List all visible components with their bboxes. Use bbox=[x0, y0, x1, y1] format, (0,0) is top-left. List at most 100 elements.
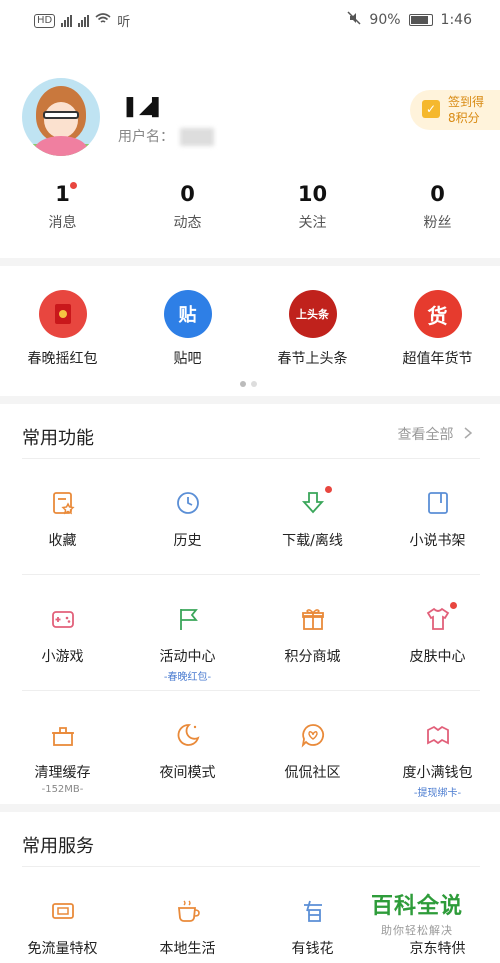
username[interactable]: ▐ ◢▌ bbox=[120, 98, 165, 118]
stat-label: 关注 bbox=[298, 215, 327, 231]
moon-icon bbox=[175, 722, 201, 748]
mute-icon bbox=[347, 11, 361, 29]
func-history[interactable]: 历史 bbox=[125, 490, 250, 550]
loan-icon bbox=[300, 898, 326, 924]
new-dot bbox=[449, 602, 457, 609]
headline-icon: 上头条 bbox=[288, 290, 337, 338]
svc-label: 本地生活 bbox=[159, 941, 216, 957]
profile-card: ▐ ◢▌ 用户名： ✓ 签到得 8积分 1 消息 0 动态 10 关注 0 粉丝 bbox=[0, 40, 500, 258]
svc-loan[interactable]: 有钱花 bbox=[250, 898, 375, 958]
func-label: 皮肤中心 bbox=[409, 649, 466, 665]
see-all-label: 查看全部 bbox=[397, 427, 454, 443]
func-wallet[interactable]: 度小满钱包 -提现绑卡- bbox=[375, 722, 500, 799]
sign-in-button[interactable]: ✓ 签到得 8积分 bbox=[410, 90, 500, 130]
func-download[interactable]: 下载/离线 bbox=[250, 486, 375, 550]
promo-label: 超值年货节 bbox=[402, 351, 473, 367]
favorites-icon bbox=[50, 490, 76, 516]
gift-icon bbox=[300, 606, 326, 632]
signal-icon bbox=[61, 14, 73, 27]
see-all-link[interactable]: 查看全部 bbox=[397, 424, 473, 444]
clock: 1:46 bbox=[440, 12, 472, 28]
status-bar: HD 听 90% 1:46 bbox=[0, 0, 500, 40]
promo-label: 春晚摇红包 bbox=[27, 351, 98, 367]
user-id-label: 用户名： bbox=[118, 129, 174, 145]
battery-icon bbox=[408, 14, 433, 26]
game-icon bbox=[50, 606, 76, 632]
func-sublabel: -春晚红包- bbox=[163, 672, 212, 683]
func-mini-games[interactable]: 小游戏 bbox=[0, 606, 125, 666]
stats-row: 1 消息 0 动态 10 关注 0 粉丝 bbox=[0, 180, 500, 232]
stat-value: 0 bbox=[180, 182, 195, 206]
carousel-dots bbox=[240, 381, 257, 387]
watermark-subtitle: 助你轻松解决 bbox=[381, 924, 453, 937]
flag-icon bbox=[175, 606, 201, 632]
common-functions-section: 常用功能 查看全部 收藏 历史 下载/离线 小说书架 小游戏 活动中心 -春晚红… bbox=[0, 404, 500, 804]
func-clear-cache[interactable]: 清理缓存 -152MB- bbox=[0, 722, 125, 795]
promo-goods[interactable]: 货 超值年货节 bbox=[375, 290, 500, 368]
func-sublabel: -提现绑卡- bbox=[413, 788, 462, 799]
func-skin-center[interactable]: 皮肤中心 bbox=[375, 602, 500, 666]
stat-label: 粉丝 bbox=[423, 215, 452, 231]
func-label: 侃侃社区 bbox=[284, 765, 341, 781]
battery-percent: 90% bbox=[369, 12, 401, 28]
chevron-right-icon bbox=[464, 427, 473, 443]
svc-label: 免流量特权 bbox=[27, 941, 98, 957]
free-traffic-icon bbox=[50, 898, 76, 924]
shirt-icon bbox=[425, 602, 457, 632]
sign-in-line1: 签到得 bbox=[448, 95, 485, 109]
func-points-mall[interactable]: 积分商城 bbox=[250, 606, 375, 666]
history-icon bbox=[175, 490, 201, 516]
stat-following[interactable]: 10 关注 bbox=[250, 180, 375, 232]
stat-value: 1 bbox=[55, 182, 70, 206]
svc-free-traffic[interactable]: 免流量特权 bbox=[0, 898, 125, 958]
stat-label: 动态 bbox=[173, 215, 202, 231]
func-bookshelf[interactable]: 小说书架 bbox=[375, 490, 500, 550]
promo-shortcuts: 春晚摇红包 贴 贴吧 上头条 春节上头条 货 超值年货节 bbox=[0, 266, 500, 396]
svc-local-life[interactable]: 本地生活 bbox=[125, 898, 250, 958]
bookshelf-icon bbox=[425, 490, 451, 516]
divider bbox=[22, 866, 480, 867]
wifi-icon bbox=[95, 12, 111, 29]
signal-icon-2 bbox=[78, 14, 90, 27]
avatar[interactable] bbox=[22, 78, 100, 156]
func-label: 度小满钱包 bbox=[402, 765, 473, 781]
clean-icon bbox=[50, 722, 76, 748]
stat-messages[interactable]: 1 消息 bbox=[0, 180, 125, 232]
func-label: 小游戏 bbox=[41, 649, 84, 665]
wallet-icon bbox=[425, 722, 451, 748]
stat-label: 消息 bbox=[48, 215, 77, 231]
stat-activity[interactable]: 0 动态 bbox=[125, 180, 250, 232]
calendar-check-icon: ✓ bbox=[422, 100, 440, 118]
goods-icon: 货 bbox=[413, 290, 462, 338]
divider bbox=[22, 690, 480, 691]
func-label: 积分商城 bbox=[284, 649, 341, 665]
community-icon bbox=[300, 722, 326, 748]
func-night-mode[interactable]: 夜间模式 bbox=[125, 722, 250, 782]
sign-in-line2: 8积分 bbox=[448, 111, 480, 125]
func-sublabel: -152MB- bbox=[41, 784, 84, 795]
func-label: 夜间模式 bbox=[159, 765, 216, 781]
user-id-blurred bbox=[180, 128, 214, 146]
svc-label: 有钱花 bbox=[291, 941, 334, 957]
local-life-icon bbox=[175, 898, 201, 924]
promo-red-envelope[interactable]: 春晚摇红包 bbox=[0, 290, 125, 368]
unread-dot bbox=[70, 182, 77, 189]
watermark: 百科全说 助你轻松解决 bbox=[362, 888, 472, 938]
stat-followers[interactable]: 0 粉丝 bbox=[375, 180, 500, 232]
watermark-title: 百科全说 bbox=[370, 894, 463, 919]
func-label: 下载/离线 bbox=[282, 533, 343, 549]
func-community[interactable]: 侃侃社区 bbox=[250, 722, 375, 782]
func-favorites[interactable]: 收藏 bbox=[0, 490, 125, 550]
download-icon bbox=[300, 486, 332, 516]
section-title: 常用功能 bbox=[22, 428, 94, 449]
promo-headline[interactable]: 上头条 春节上头条 bbox=[250, 290, 375, 368]
func-label: 收藏 bbox=[48, 533, 77, 549]
red-envelope-icon bbox=[38, 290, 87, 338]
new-dot bbox=[324, 486, 332, 493]
promo-tieba[interactable]: 贴 贴吧 bbox=[125, 290, 250, 368]
promo-label: 贴吧 bbox=[173, 351, 202, 367]
stat-value: 10 bbox=[297, 182, 328, 206]
func-activity-center[interactable]: 活动中心 -春晚红包- bbox=[125, 606, 250, 683]
func-label: 小说书架 bbox=[409, 533, 466, 549]
tieba-icon: 贴 bbox=[163, 290, 212, 338]
